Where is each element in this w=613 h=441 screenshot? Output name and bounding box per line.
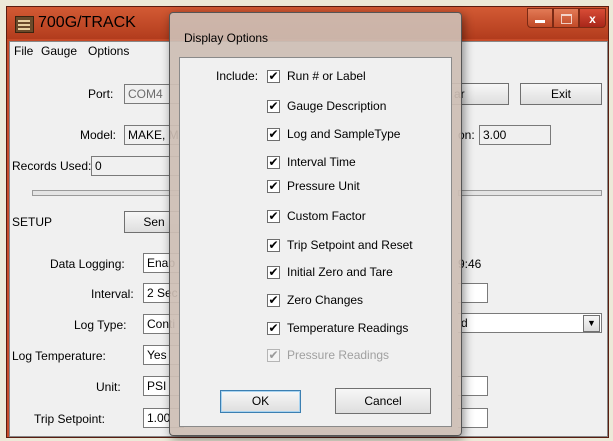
trip-setpoint-label: Trip Setpoint: xyxy=(34,412,105,426)
close-button[interactable]: x xyxy=(579,8,606,28)
port-label: Port: xyxy=(88,87,114,101)
checkbox-icon: ✔ xyxy=(267,348,280,362)
checkbox-icon[interactable]: ✔ xyxy=(267,239,280,252)
checkbox-icon[interactable]: ✔ xyxy=(267,128,280,141)
menu-options[interactable]: Options xyxy=(88,44,129,58)
option-label: Temperature Readings xyxy=(287,321,409,335)
data-logging-label: Data Logging: xyxy=(50,257,125,271)
cancel-button[interactable]: Cancel xyxy=(335,388,431,414)
minimize-icon xyxy=(535,20,545,23)
minimize-button[interactable] xyxy=(527,8,553,28)
app-icon xyxy=(15,16,34,33)
option-label: Pressure Unit xyxy=(287,179,360,193)
checkbox-icon[interactable]: ✔ xyxy=(267,210,280,223)
progress-bar-right xyxy=(458,190,602,196)
right-combo-value: d xyxy=(461,316,468,330)
interval-label: Interval: xyxy=(91,287,134,301)
dialog-title[interactable]: Display Options xyxy=(184,31,268,45)
model-label: Model: xyxy=(80,128,117,142)
log-temperature-label: Log Temperature: xyxy=(12,349,106,363)
option-label: Run # or Label xyxy=(287,69,366,83)
include-label: Include: xyxy=(216,69,259,83)
checkbox-icon[interactable]: ✔ xyxy=(267,156,280,169)
display-options-dialog: Display Options Include: ✔ Run # or Labe… xyxy=(169,12,462,436)
exit-button[interactable]: Exit xyxy=(520,83,602,105)
right-combo[interactable]: d xyxy=(458,313,602,333)
checkbox-icon[interactable]: ✔ xyxy=(267,322,280,335)
dialog-client-area: Include: ✔ Run # or Label ✔ Gauge Descri… xyxy=(179,57,452,427)
right-field-3[interactable] xyxy=(458,408,488,428)
maximize-icon xyxy=(560,14,572,24)
checkbox-icon[interactable]: ✔ xyxy=(267,266,280,279)
checkbox-icon[interactable]: ✔ xyxy=(267,180,280,193)
option-label: Log and SampleType xyxy=(287,127,401,141)
checkbox-icon[interactable]: ✔ xyxy=(267,100,280,113)
option-label: Pressure Readings xyxy=(287,348,390,362)
maximize-button[interactable] xyxy=(553,8,579,28)
setup-label: SETUP xyxy=(12,215,53,229)
ok-button[interactable]: OK xyxy=(220,390,301,413)
window-title: 700G/TRACK xyxy=(38,14,136,31)
menu-file[interactable]: File xyxy=(14,44,33,58)
option-label: Zero Changes xyxy=(287,293,364,307)
checkbox-icon[interactable]: ✔ xyxy=(267,294,280,307)
option-label: Initial Zero and Tare xyxy=(287,265,393,279)
chevron-down-icon[interactable]: ▼ xyxy=(583,315,600,332)
records-used-label: Records Used: xyxy=(12,159,92,173)
option-label: Gauge Description xyxy=(287,99,387,113)
option-label: Trip Setpoint and Reset xyxy=(287,238,413,252)
log-type-label: Log Type: xyxy=(74,318,127,332)
progress-bar-left xyxy=(32,190,184,196)
version-field[interactable]: 3.00 xyxy=(479,125,551,145)
option-label: Interval Time xyxy=(287,155,356,169)
option-label: Custom Factor xyxy=(287,209,366,223)
right-field-1[interactable] xyxy=(458,283,488,303)
unit-label: Unit: xyxy=(96,380,121,394)
checkbox-icon[interactable]: ✔ xyxy=(267,70,280,83)
right-field-2[interactable] xyxy=(458,376,488,396)
menu-gauge[interactable]: Gauge xyxy=(41,44,77,58)
